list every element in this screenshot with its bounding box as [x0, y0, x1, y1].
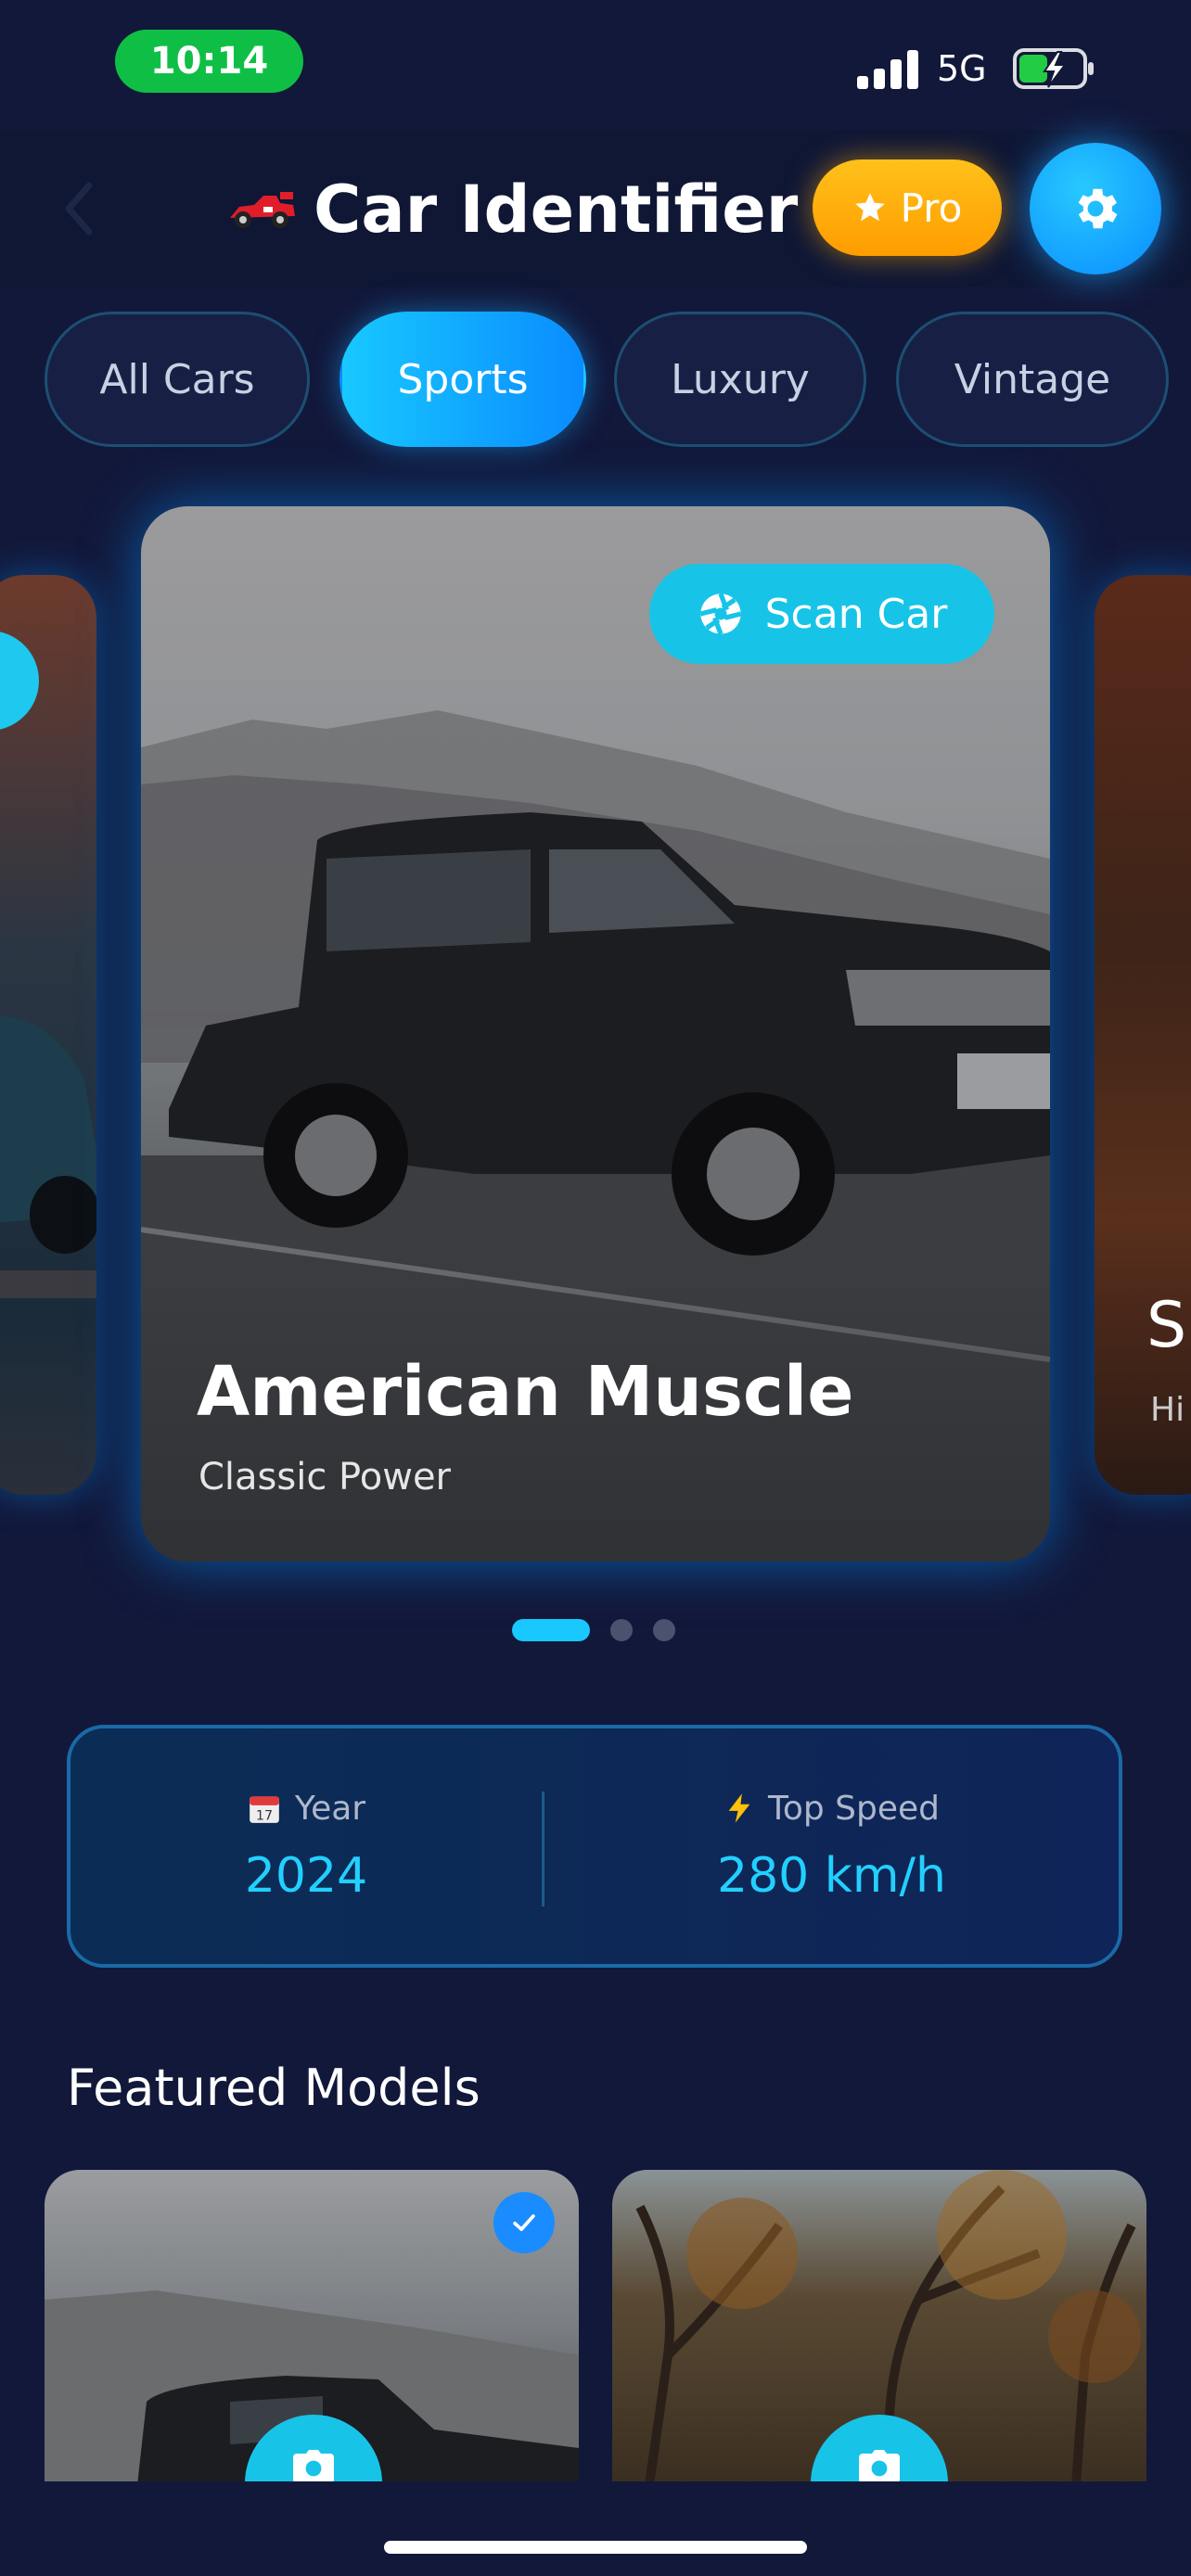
battery-icon [1013, 48, 1094, 89]
scan-car-label: Scan Car [764, 590, 948, 638]
car-stats-panel: 17 Year 2024 Top Speed 280 km/h [67, 1725, 1122, 1968]
page-dot[interactable] [512, 1619, 590, 1641]
star-icon [854, 193, 885, 222]
carousel-pagination[interactable] [512, 1619, 675, 1641]
speed-value: 280 km/h [716, 1847, 947, 1904]
signal-icon [857, 46, 920, 89]
network-type: 5G [937, 48, 987, 89]
svg-text:17: 17 [256, 1809, 273, 1824]
featured-car-card[interactable]: Scan Car American Muscle Classic Power [141, 506, 1050, 1562]
race-car-icon [230, 192, 295, 228]
header-title-group: Car Identifier [226, 163, 798, 256]
year-value: 2024 [244, 1847, 368, 1904]
car-card-subtitle: Classic Power [198, 1456, 451, 1498]
year-label: Year [294, 1789, 366, 1828]
featured-model-card[interactable] [45, 2170, 579, 2485]
car-card-title: American Muscle [197, 1352, 854, 1432]
camera-icon [859, 2450, 900, 2483]
featured-model-card[interactable] [612, 2170, 1146, 2485]
status-time: 10:14 [115, 30, 303, 93]
car-photo [0, 1016, 96, 1298]
page-dot[interactable] [610, 1619, 633, 1641]
section-title: Featured Models [67, 2059, 480, 2117]
next-car-card[interactable]: S Hi [1095, 575, 1191, 1495]
gear-icon [1078, 188, 1118, 229]
tab-vintage[interactable]: Vintage [896, 312, 1169, 447]
page-title: Car Identifier [314, 172, 799, 248]
tab-luxury[interactable]: Luxury [614, 312, 866, 447]
tab-sports[interactable]: Sports [339, 312, 586, 447]
scan-car-button[interactable]: Scan Car [649, 564, 994, 664]
previous-car-card[interactable] [0, 575, 96, 1495]
scan-bubble [0, 631, 39, 731]
camera-icon [293, 2450, 334, 2483]
speed-label: Top Speed [767, 1789, 941, 1828]
next-card-title: S [1146, 1289, 1187, 1362]
aperture-icon [699, 593, 741, 635]
tab-all-cars[interactable]: All Cars [45, 312, 310, 447]
stat-top-speed: Top Speed 280 km/h [544, 1728, 1119, 1964]
selected-check-icon [493, 2192, 555, 2253]
next-card-subtitle: Hi [1150, 1391, 1185, 1429]
chevron-left-icon[interactable] [56, 176, 102, 241]
page-dot[interactable] [653, 1619, 675, 1641]
pro-label: Pro [900, 185, 963, 231]
lightning-icon [728, 1793, 750, 1823]
calendar-icon: 17 [250, 1796, 279, 1824]
pro-button[interactable]: Pro [813, 159, 1002, 256]
bottom-safe-area [0, 2481, 1191, 2576]
home-indicator[interactable] [384, 2541, 807, 2554]
stat-year: 17 Year 2024 [70, 1728, 542, 1964]
settings-button[interactable] [1030, 143, 1161, 274]
